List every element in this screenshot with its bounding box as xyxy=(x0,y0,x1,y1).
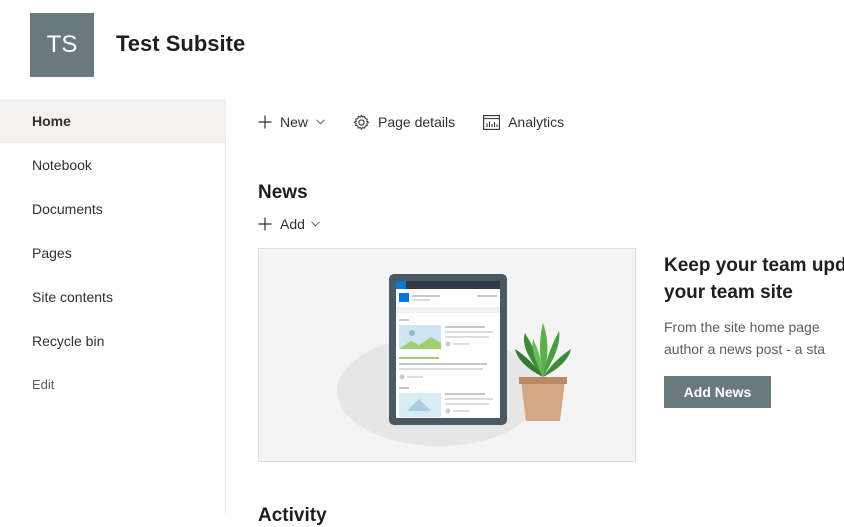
promo-heading-line: your team site xyxy=(664,282,793,303)
page-details-button[interactable]: Page details xyxy=(353,114,455,131)
plus-icon xyxy=(258,217,272,231)
nav-item-label: Pages xyxy=(32,245,72,261)
nav-item-label: Recycle bin xyxy=(32,333,105,349)
nav-item-home[interactable]: Home xyxy=(0,99,225,143)
plus-icon xyxy=(258,115,272,129)
add-news-menu[interactable]: Add xyxy=(258,216,320,232)
site-header: TS Test Subsite xyxy=(0,0,844,98)
nav-edit-link[interactable]: Edit xyxy=(0,363,225,407)
news-promo-heading: Keep your team upd your team site xyxy=(664,252,844,306)
promo-body-line: From the site home page xyxy=(664,319,820,335)
analytics-button[interactable]: Analytics xyxy=(483,114,564,130)
site-logo-initials: TS xyxy=(46,31,78,58)
news-placeholder-illustration xyxy=(258,248,636,462)
nav-item-label: Documents xyxy=(32,201,103,217)
site-title[interactable]: Test Subsite xyxy=(116,31,245,57)
chevron-down-icon xyxy=(316,119,325,125)
promo-body-line: author a news post - a sta xyxy=(664,341,826,357)
add-news-button[interactable]: Add News xyxy=(664,376,771,408)
command-bar: New Page details Analytics xyxy=(258,106,592,138)
page-details-label: Page details xyxy=(378,114,456,130)
nav-item-recycle-bin[interactable]: Recycle bin xyxy=(0,319,225,363)
site-logo[interactable]: TS xyxy=(30,13,94,77)
chevron-down-icon xyxy=(311,221,320,227)
promo-heading-line: Keep your team upd xyxy=(664,255,844,276)
nav-item-label: Home xyxy=(32,113,71,129)
nav-item-notebook[interactable]: Notebook xyxy=(0,143,225,187)
new-button[interactable]: New xyxy=(258,114,325,130)
tablet-with-plant-illustration xyxy=(337,274,571,446)
new-button-label: New xyxy=(280,114,309,130)
analytics-icon xyxy=(483,114,501,130)
nav-item-label: Site contents xyxy=(32,289,113,305)
add-label: Add xyxy=(280,216,305,232)
nav-item-pages[interactable]: Pages xyxy=(0,231,225,275)
left-navigation: Home Notebook Documents Pages Site conte… xyxy=(0,99,226,514)
news-section-title: News xyxy=(258,182,308,203)
gear-icon xyxy=(353,114,370,130)
nav-item-label: Notebook xyxy=(32,157,92,173)
news-promo-body: From the site home page author a news po… xyxy=(664,316,844,360)
activity-section-title: Activity xyxy=(258,505,327,526)
nav-item-site-contents[interactable]: Site contents xyxy=(0,275,225,319)
nav-item-documents[interactable]: Documents xyxy=(0,187,225,231)
analytics-label: Analytics xyxy=(508,114,565,130)
